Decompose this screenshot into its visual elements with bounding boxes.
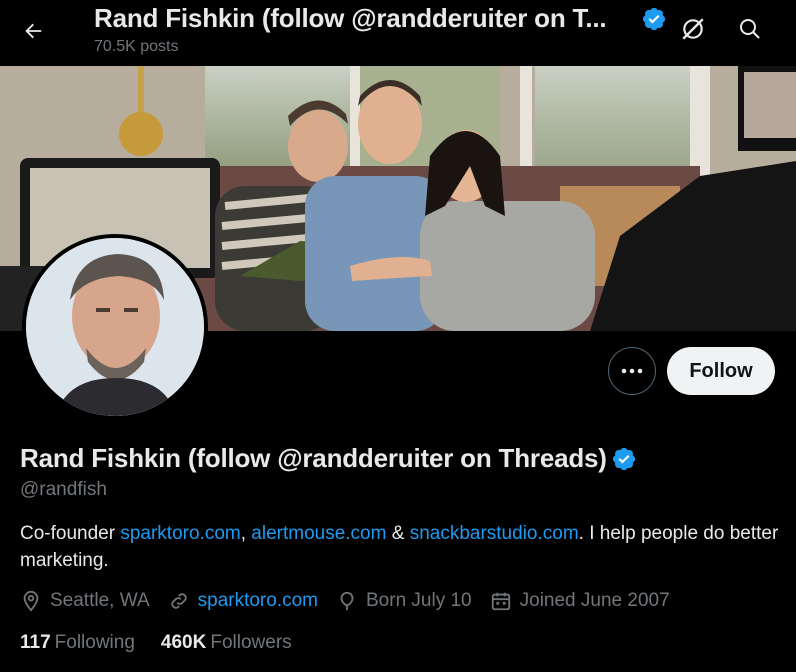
profile-location: Seattle, WA	[20, 590, 150, 612]
bio-text: Co-founder	[20, 523, 121, 544]
profile-stats: 117 Following 460K Followers	[20, 632, 318, 654]
profile-name-row: Rand Fishkin (follow @randderuiter on Th…	[20, 443, 637, 474]
following-count: 117	[20, 632, 51, 653]
bio-text: ,	[240, 523, 252, 544]
more-icon	[621, 368, 643, 374]
grok-icon	[682, 18, 704, 40]
link-icon	[170, 593, 187, 609]
followers-label: Followers	[210, 632, 292, 653]
birthday-icon	[340, 591, 354, 611]
more-options-button[interactable]	[608, 347, 656, 395]
bio-text: &	[386, 523, 410, 544]
bio-link-snackbarstudio[interactable]: snackbarstudio.com	[410, 523, 579, 544]
back-arrow-icon	[25, 23, 42, 39]
verified-badge-icon	[642, 7, 666, 31]
verified-badge-icon[interactable]	[611, 446, 637, 472]
profile-meta: Seattle, WA sparktoro.com Born July 10 J…	[20, 590, 688, 612]
back-button[interactable]	[18, 16, 48, 46]
profile-avatar[interactable]	[22, 234, 208, 420]
website-link[interactable]: sparktoro.com	[198, 590, 318, 612]
follow-button[interactable]: Follow	[667, 347, 775, 395]
avatar-photo	[26, 238, 204, 416]
following-stat[interactable]: 117 Following	[20, 632, 135, 654]
location-icon	[23, 590, 39, 612]
followers-stat[interactable]: 460K Followers	[161, 632, 292, 654]
following-label: Following	[54, 632, 135, 653]
profile-name: Rand Fishkin (follow @randderuiter on Th…	[20, 443, 607, 473]
search-button[interactable]	[735, 14, 765, 44]
profile-birthday: Born July 10	[336, 590, 472, 612]
posts-count: 70.5K posts	[94, 38, 179, 55]
bio-link-alertmouse[interactable]: alertmouse.com	[251, 523, 386, 544]
grok-button[interactable]	[678, 14, 708, 44]
profile-handle: @randfish	[20, 479, 107, 500]
profile-bio: Co-founder sparktoro.com, alertmouse.com…	[20, 520, 780, 574]
header-title: Rand Fishkin (follow @randderuiter on T.…	[94, 3, 607, 33]
profile-website: sparktoro.com	[168, 590, 318, 612]
birthday-text: Born July 10	[366, 590, 472, 611]
calendar-icon	[491, 592, 510, 611]
profile-header: Rand Fishkin (follow @randderuiter on T.…	[0, 0, 796, 66]
profile-joined: Joined June 2007	[490, 590, 670, 612]
location-text: Seattle, WA	[50, 590, 150, 611]
followers-count: 460K	[160, 632, 207, 653]
search-icon	[740, 19, 760, 39]
bio-link-sparktoro[interactable]: sparktoro.com	[120, 523, 240, 544]
joined-text: Joined June 2007	[519, 590, 670, 611]
